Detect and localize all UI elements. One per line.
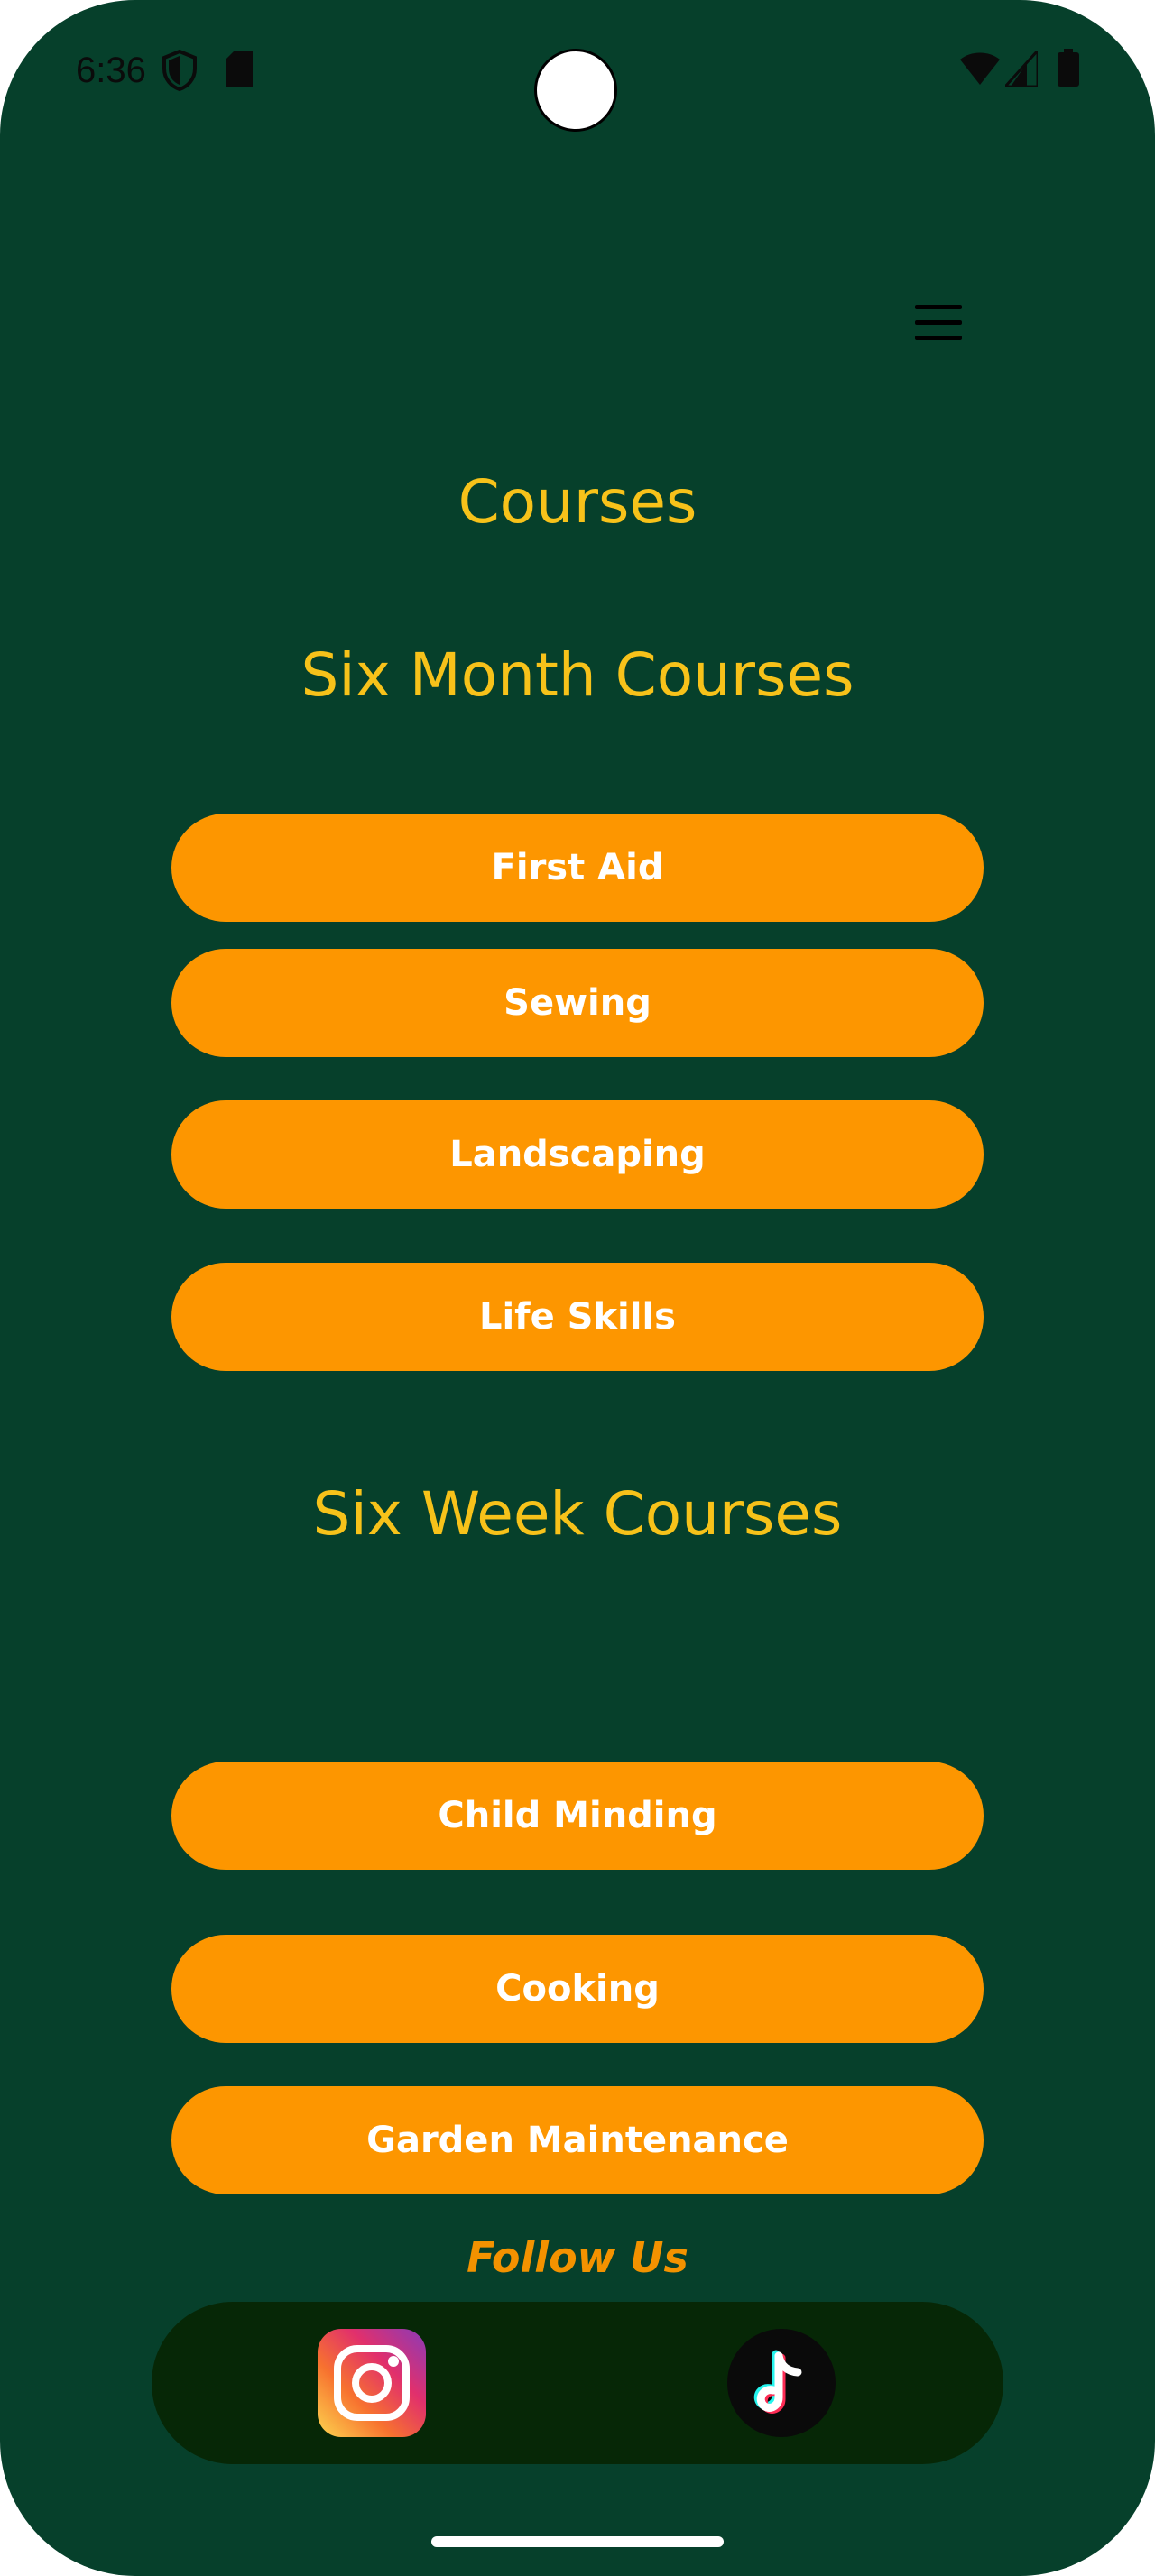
course-button-child-minding[interactable]: Child Minding — [171, 1762, 984, 1870]
app-screen: 6:36 Courses Six Month Courses First Aid… — [0, 0, 1155, 2576]
page-title: Courses — [457, 467, 698, 537]
cellular-signal-icon — [1002, 47, 1040, 91]
course-button-sewing[interactable]: Sewing — [171, 949, 984, 1057]
course-button-landscaping[interactable]: Landscaping — [171, 1100, 984, 1209]
instagram-icon[interactable] — [318, 2329, 426, 2437]
wifi-icon — [960, 52, 1000, 89]
status-time: 6:36 — [76, 51, 146, 90]
shield-icon — [161, 49, 199, 97]
follow-us-label: Follow Us — [467, 2233, 688, 2282]
course-button-life-skills[interactable]: Life Skills — [171, 1263, 984, 1371]
course-button-garden-maintenance[interactable]: Garden Maintenance — [171, 2086, 984, 2194]
course-button-first-aid[interactable]: First Aid — [171, 814, 984, 922]
section-title-six-week: Six Week Courses — [312, 1479, 843, 1549]
sd-card-icon — [226, 51, 253, 91]
home-indicator[interactable] — [431, 2536, 724, 2547]
section-title-six-month: Six Month Courses — [300, 640, 855, 710]
front-camera — [534, 49, 617, 132]
tiktok-icon[interactable] — [727, 2329, 836, 2437]
course-button-cooking[interactable]: Cooking — [171, 1935, 984, 2043]
social-links-bar — [152, 2302, 1003, 2464]
menu-button[interactable] — [906, 298, 971, 348]
battery-icon — [1058, 49, 1079, 91]
